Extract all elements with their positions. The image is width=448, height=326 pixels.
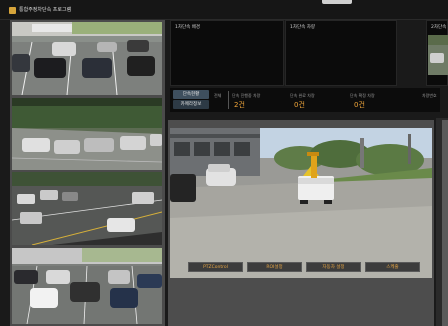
total-label: 전체: [214, 93, 222, 98]
app-title: 통합주정차단속 프로그램: [19, 7, 72, 13]
tab-enforcement-status[interactable]: 단속현황: [173, 90, 209, 99]
status-confirmed-label: 단속 확정 차량: [350, 93, 375, 98]
camera-feed-1-image: [12, 22, 162, 95]
title-bar: 통합주정차단속 프로그램: [0, 0, 448, 20]
preview-second-label: 2차단속: [431, 25, 447, 30]
camera-feed-2-image: [12, 98, 162, 170]
camera-feed-1[interactable]: [12, 22, 162, 95]
roi-settings-button[interactable]: ROI설정: [247, 262, 302, 272]
status-in-progress-label: 단속 진행중 차량: [232, 93, 261, 98]
preview-first-background[interactable]: 1차단속 배경: [170, 20, 284, 86]
ptz-control-button[interactable]: PTZControl: [188, 262, 243, 272]
app-logo-icon: [9, 7, 16, 14]
status-completed-value: 0건: [294, 101, 305, 109]
window-handle[interactable]: [322, 0, 352, 4]
preview-second-image: [428, 35, 448, 75]
app-window: 통합주정차단속 프로그램 1차단속 배경 1차단속 차량 2차단속 단속현황 카…: [0, 0, 448, 326]
schedule-button[interactable]: 스케줄: [365, 262, 420, 272]
camera-feed-4-image: [12, 248, 162, 324]
camera-list-panel: [10, 20, 165, 326]
camera-feed-4[interactable]: [12, 248, 162, 324]
status-in-progress-value: 2건: [234, 101, 245, 109]
main-video-panel: PTZControl ROI설정 자동차 설정 스케줄: [168, 120, 434, 326]
preview-first-vehicle-label: 1차단속 차량: [290, 25, 315, 30]
status-completed-label: 단속 완료 차량: [290, 93, 315, 98]
preview-first-background-label: 1차단속 배경: [175, 25, 200, 30]
camera-feed-2[interactable]: [12, 98, 162, 170]
tab-camera-info[interactable]: 카메라정보: [173, 100, 209, 109]
preview-second[interactable]: 2차단속: [426, 20, 448, 86]
preview-first-vehicle[interactable]: 1차단속 차량: [285, 20, 397, 86]
main-camera-image: [170, 128, 432, 278]
status-panel: 단속현황 카메라정보 전체 단속 진행중 차량 2건 단속 완료 차량 0건 단…: [170, 88, 440, 112]
camera-feed-3-image: [12, 172, 162, 245]
plate-number-label: 차량번호: [422, 93, 437, 98]
status-confirmed-value: 0건: [354, 101, 365, 109]
side-panel-scrollbar[interactable]: [442, 120, 448, 326]
camera-feed-3[interactable]: [12, 172, 162, 245]
main-camera-feed[interactable]: [170, 128, 432, 278]
divider: [228, 91, 229, 109]
vehicle-settings-button[interactable]: 자동차 설정: [306, 262, 361, 272]
